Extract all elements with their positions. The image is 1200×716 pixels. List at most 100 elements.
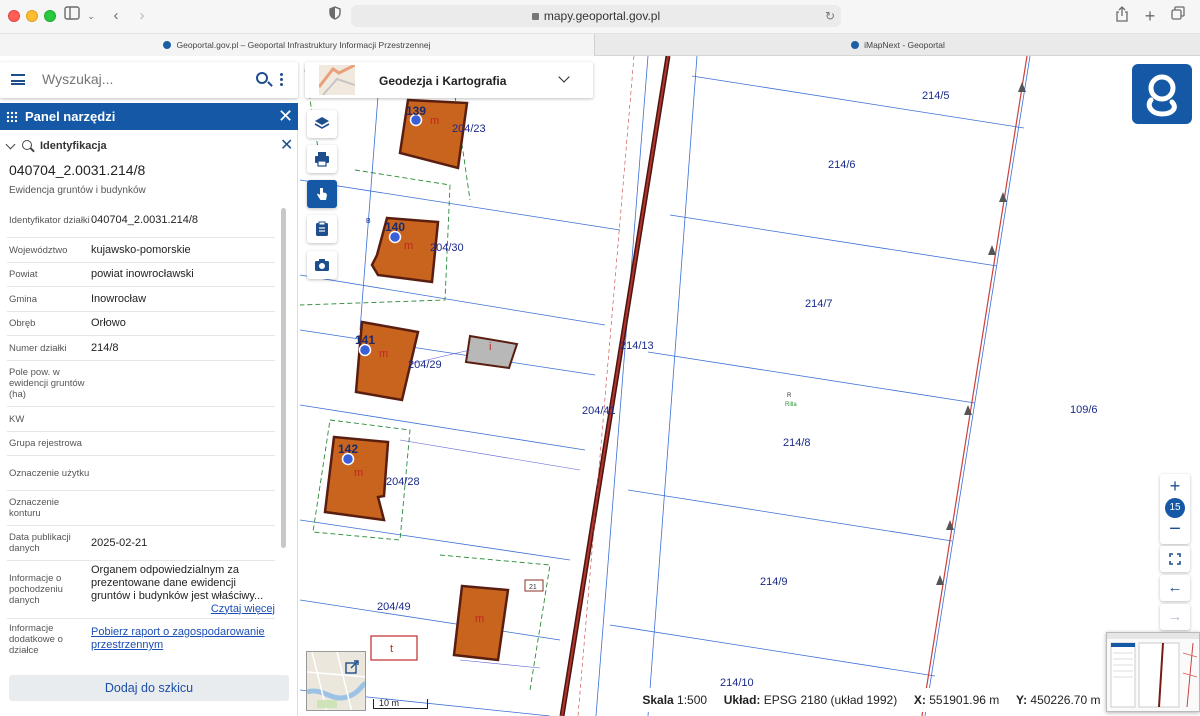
search-input[interactable] bbox=[42, 71, 242, 87]
scale-value[interactable]: 1:500 bbox=[677, 693, 707, 707]
zoom-in-button[interactable]: + bbox=[1160, 476, 1190, 497]
overview-map[interactable] bbox=[306, 651, 366, 711]
maximize-window-button[interactable] bbox=[44, 10, 56, 22]
previous-extent-button[interactable]: ← bbox=[1160, 575, 1190, 601]
search-box bbox=[0, 62, 298, 98]
back-icon[interactable]: ‹ bbox=[108, 6, 124, 26]
chevron-down-icon[interactable] bbox=[558, 71, 570, 83]
camera-icon bbox=[315, 259, 329, 271]
attribute-table: Identyfikator działki 040704_2.0031.214/… bbox=[7, 203, 275, 659]
zoning-report-link[interactable]: Pobierz raport o zagospodarowanie przest… bbox=[91, 626, 265, 651]
tab-geoportal[interactable]: Geoportal.gov.pl – Geoportal Infrastrukt… bbox=[0, 34, 595, 56]
building-mark: m bbox=[430, 115, 439, 127]
zoom-out-button[interactable]: − bbox=[1160, 519, 1190, 539]
parcel-label: 204/29 bbox=[408, 359, 442, 371]
parcel-label: 214/8 bbox=[783, 437, 811, 449]
print-icon bbox=[315, 152, 329, 167]
attribute-key: Oznaczenie użytku bbox=[9, 467, 90, 479]
parcel-label: 204/41 bbox=[582, 405, 616, 417]
table-row: Oznaczenie konturu bbox=[7, 491, 275, 526]
parcel-label: 214/9 bbox=[760, 576, 788, 588]
identification-header[interactable]: Identyfikacja ✕ bbox=[0, 135, 297, 156]
table-row: Pole pow. w ewidencji gruntów (ha) bbox=[7, 361, 275, 407]
camera-button[interactable] bbox=[307, 251, 337, 279]
expand-icon[interactable] bbox=[345, 660, 359, 674]
attribute-key: Informacje o pochodzeniu danych bbox=[9, 573, 63, 606]
building-number-141: 141 bbox=[355, 333, 375, 347]
table-row: Informacje o pochodzeniu danych Organem … bbox=[7, 561, 275, 619]
forward-icon[interactable]: › bbox=[134, 6, 150, 26]
attribute-value: powiat inowrocławski bbox=[91, 268, 194, 280]
parcel-label: 204/49 bbox=[377, 601, 411, 613]
identify-button[interactable] bbox=[307, 180, 337, 208]
scale-label: Skala bbox=[642, 693, 674, 707]
parcel-label: 214/6 bbox=[828, 159, 856, 171]
scrollbar[interactable] bbox=[281, 208, 286, 548]
small-box-label: 21 bbox=[529, 584, 537, 591]
building-number-142: 142 bbox=[338, 442, 358, 456]
chevron-down-icon[interactable]: ⌄ bbox=[86, 6, 96, 26]
table-row: Gmina Inowrocław bbox=[7, 287, 275, 312]
more-options-icon[interactable] bbox=[280, 73, 283, 87]
close-window-button[interactable] bbox=[8, 10, 20, 22]
minimize-window-button[interactable] bbox=[26, 10, 38, 22]
attribute-value: kujawsko-pomorskie bbox=[91, 243, 191, 256]
search-icon[interactable] bbox=[256, 72, 268, 84]
panel-title: Panel narzędzi bbox=[25, 109, 116, 124]
geoportal-favicon-icon bbox=[163, 41, 172, 49]
building-mark: m bbox=[475, 613, 484, 625]
attribute-value: 214/8 bbox=[91, 341, 119, 354]
new-tab-icon[interactable]: + bbox=[1142, 6, 1158, 26]
arrow-right-icon: → bbox=[1167, 608, 1183, 625]
data-origin-text: Organem odpowiedzialnym za prezentowane … bbox=[91, 563, 264, 602]
next-extent-button[interactable]: → bbox=[1160, 604, 1190, 630]
zoom-control: + 15 − bbox=[1160, 474, 1190, 544]
attribute-key: Pole pow. w ewidencji gruntów (ha) bbox=[9, 367, 85, 400]
print-button[interactable] bbox=[307, 145, 337, 173]
table-row: Numer działki 214/8 bbox=[7, 336, 275, 361]
read-more-link[interactable]: Czytaj więcej bbox=[91, 603, 275, 616]
tools-panel-header: Panel narzędzi ✕ bbox=[0, 103, 298, 130]
tab-label: iMapNext - Geoportal bbox=[864, 40, 945, 50]
crs-label: Układ: bbox=[723, 693, 761, 707]
tab-imapnext[interactable]: iMapNext - Geoportal bbox=[596, 34, 1200, 56]
attribute-key: Grupa rejestrowa bbox=[9, 438, 82, 449]
attribute-key: Gmina bbox=[9, 293, 37, 305]
sidebar-toggle-icon[interactable] bbox=[64, 6, 80, 26]
building-mark: m bbox=[404, 240, 413, 252]
layer-name: Ewidencja gruntów i budynków bbox=[9, 185, 146, 196]
attribute-key: Województwo bbox=[9, 244, 68, 256]
chevron-down-icon[interactable] bbox=[5, 139, 16, 150]
close-icon[interactable]: ✕ bbox=[280, 135, 293, 155]
geoportal-favicon-icon bbox=[851, 41, 860, 49]
url-text: mapy.geoportal.gov.pl bbox=[543, 9, 661, 23]
clipboard-button[interactable] bbox=[307, 215, 337, 243]
parcel-label: 214/13 bbox=[620, 340, 654, 352]
shield-icon[interactable] bbox=[328, 6, 342, 26]
fullscreen-button[interactable] bbox=[1160, 546, 1190, 572]
layers-button[interactable] bbox=[307, 110, 337, 138]
topic-dropdown[interactable]: Geodezja i Kartografia bbox=[305, 62, 593, 98]
share-icon[interactable] bbox=[1114, 6, 1130, 26]
reload-icon[interactable]: ↻ bbox=[825, 5, 835, 27]
clipboard-icon bbox=[316, 221, 328, 236]
tab-overview-icon[interactable] bbox=[1170, 6, 1186, 26]
menu-icon[interactable] bbox=[11, 74, 25, 85]
attribute-key: KW bbox=[9, 413, 25, 425]
close-icon[interactable]: ✕ bbox=[278, 106, 293, 126]
attribute-value: Orłowo bbox=[91, 317, 126, 329]
crs-value[interactable]: EPSG 2180 (układ 1992) bbox=[764, 693, 897, 707]
add-to-sketch-button[interactable]: Dodaj do szkicu bbox=[9, 675, 289, 701]
address-bar[interactable]: mapy.geoportal.gov.pl ↻ bbox=[351, 5, 841, 27]
attribute-key: Identyfikator działki bbox=[9, 214, 90, 226]
building-mark: t bbox=[390, 643, 393, 655]
table-row: Województwo kujawsko-pomorskie bbox=[7, 238, 275, 263]
geoportal-logo[interactable] bbox=[1132, 64, 1192, 124]
y-label: Y: bbox=[1015, 693, 1028, 707]
attribute-value: Pobierz raport o zagospodarowanie przest… bbox=[91, 626, 275, 652]
identification-panel: Identyfikacja ✕ 040704_2.0031.214/8 Ewid… bbox=[0, 130, 298, 716]
table-row: Powiat powiat inowrocławski bbox=[7, 263, 275, 287]
building-number-140: 140 bbox=[385, 220, 405, 234]
window-thumbnail[interactable] bbox=[1106, 632, 1200, 712]
parcel-label: 204/28 bbox=[386, 476, 420, 488]
